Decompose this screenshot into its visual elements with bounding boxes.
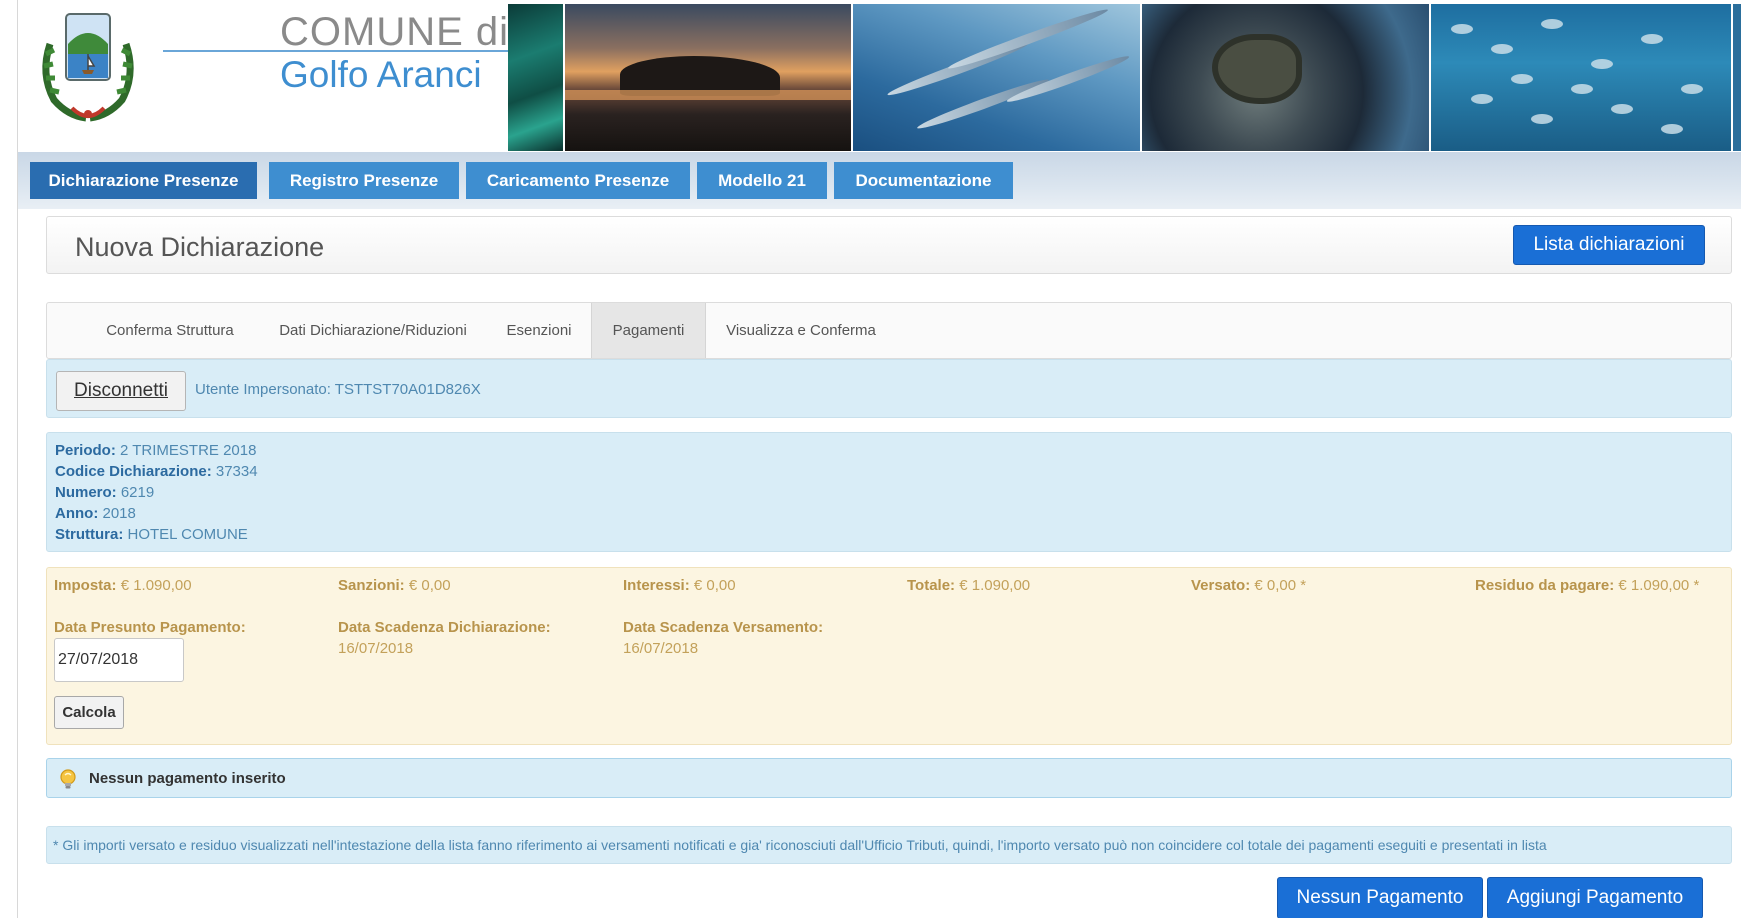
declaration-deadline-label: Data Scadenza Dichiarazione: (338, 619, 551, 636)
banner-photo-reef (508, 4, 563, 151)
step-conferma-struttura[interactable]: Conferma Struttura (85, 303, 255, 358)
municipal-crest-logo (42, 13, 134, 122)
payment-deadline-value: 16/07/2018 (623, 640, 699, 657)
info-anno: Anno: 2018 (55, 505, 136, 522)
banner-photo-school-of-fish (1431, 4, 1731, 151)
impersonation-panel: Disconnetti Utente Impersonato: TSTTST70… (46, 359, 1732, 418)
nav-tab-registro-presenze[interactable]: Registro Presenze (269, 162, 459, 199)
main-nav: Dichiarazione Presenze Registro Presenze… (18, 152, 1741, 209)
no-payments-text: Nessun pagamento inserito (89, 770, 286, 787)
disconnect-button[interactable]: Disconnetti (56, 371, 186, 411)
nav-tab-caricamento-presenze[interactable]: Caricamento Presenze (466, 162, 690, 199)
brand-title-bottom: Golfo Aranci (280, 54, 482, 95)
info-periodo: Periodo: 2 TRIMESTRE 2018 (55, 442, 257, 459)
declaration-deadline-value: 16/07/2018 (338, 640, 414, 657)
no-payment-button[interactable]: Nessun Pagamento (1277, 877, 1483, 918)
payment-date-label: Data Presunto Pagamento: (54, 619, 246, 636)
footnote-panel: * Gli importi versato e residuo visualiz… (46, 826, 1732, 864)
banner-photo-moray (1142, 4, 1429, 151)
info-numero: Numero: 6219 (55, 484, 155, 501)
declaration-info-panel: Periodo: 2 TRIMESTRE 2018 Codice Dichiar… (46, 432, 1732, 552)
footnote-text: * Gli importi versato e residuo visualiz… (53, 837, 1547, 853)
step-esenzioni[interactable]: Esenzioni (493, 303, 585, 358)
info-struttura: Struttura: HOTEL COMUNE (55, 526, 248, 543)
wizard-steps: Conferma Struttura Dati Dichiarazione/Ri… (46, 302, 1732, 359)
page-title: Nuova Dichiarazione (75, 232, 325, 262)
payment-deadline-label: Data Scadenza Versamento: (623, 619, 824, 636)
summary-residuo: Residuo da pagare: € 1.090,00 * (1475, 577, 1700, 594)
summary-imposta: Imposta: € 1.090,00 (54, 577, 192, 594)
add-payment-button[interactable]: Aggiungi Pagamento (1487, 877, 1703, 918)
nav-tab-documentazione[interactable]: Documentazione (834, 162, 1013, 199)
banner-photo-edge (1733, 4, 1741, 151)
nav-tab-dichiarazione-presenze[interactable]: Dichiarazione Presenze (30, 162, 257, 199)
banner-photo-barracuda (853, 4, 1140, 151)
header-banner: COMUNE di Golfo Aranci (18, 4, 1741, 152)
page: COMUNE di Golfo Aranci Dichiarazione Pre… (0, 0, 1741, 918)
calculate-button[interactable]: Calcola (54, 696, 124, 729)
summary-versato: Versato: € 0,00 * (1191, 577, 1307, 594)
banner-photo-sunset (565, 4, 851, 151)
summary-sanzioni: Sanzioni: € 0,00 (338, 577, 451, 594)
summary-totale: Totale: € 1.090,00 (907, 577, 1031, 594)
payment-summary-panel: Imposta: € 1.090,00 Sanzioni: € 0,00 Int… (46, 567, 1732, 745)
nav-tab-modello-21[interactable]: Modello 21 (697, 162, 827, 199)
list-declarations-button[interactable]: Lista dichiarazioni (1513, 225, 1705, 265)
step-visualizza-conferma[interactable]: Visualizza e Conferma (709, 303, 893, 358)
brand-title-top: COMUNE di (280, 10, 510, 54)
lightbulb-icon (60, 769, 76, 789)
page-title-panel: Nuova Dichiarazione Lista dichiarazioni (46, 216, 1732, 274)
no-payments-notice: Nessun pagamento inserito (46, 758, 1732, 798)
step-dati-dichiarazione[interactable]: Dati Dichiarazione/Riduzioni (263, 303, 483, 358)
summary-interessi: Interessi: € 0,00 (623, 577, 736, 594)
step-pagamenti[interactable]: Pagamenti (591, 303, 706, 358)
info-codice: Codice Dichiarazione: 37334 (55, 463, 258, 480)
payment-date-input[interactable] (54, 638, 184, 682)
impersonated-user-text: Utente Impersonato: TSTTST70A01D826X (195, 381, 481, 398)
